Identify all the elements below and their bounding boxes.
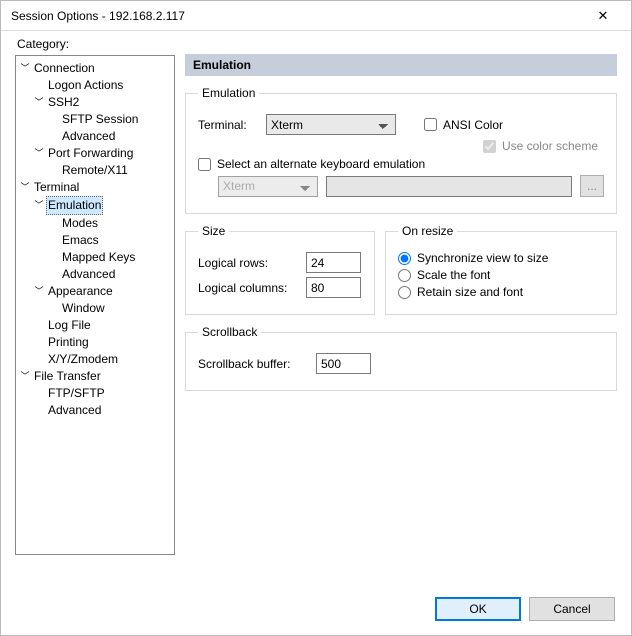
tree-window[interactable]: Window — [18, 300, 172, 317]
tree-connection[interactable]: ﹀ Connection — [18, 60, 172, 77]
terminal-select[interactable]: Xterm — [266, 114, 396, 135]
cols-input[interactable] — [306, 277, 361, 298]
use-color-scheme-input — [483, 140, 496, 153]
close-icon: ✕ — [598, 8, 609, 24]
alt-keyboard-path — [326, 176, 572, 197]
tree-modes[interactable]: Modes — [18, 215, 172, 232]
rows-label: Logical rows: — [198, 256, 298, 270]
chevron-down-icon: ﹀ — [32, 145, 46, 162]
tree-file-transfer[interactable]: ﹀File Transfer — [18, 368, 172, 385]
chevron-down-icon: ﹀ — [32, 197, 46, 214]
tree-mapped-keys[interactable]: Mapped Keys — [18, 249, 172, 266]
tree-port-forwarding[interactable]: ﹀Port Forwarding — [18, 145, 172, 162]
scrollback-label: Scrollback buffer: — [198, 357, 308, 371]
alt-keyboard-select: Xterm — [218, 176, 318, 197]
ok-button[interactable]: OK — [435, 597, 521, 621]
tree-ssh2-advanced[interactable]: Advanced — [18, 128, 172, 145]
ellipsis-icon: ... — [587, 179, 597, 193]
cancel-button[interactable]: Cancel — [529, 597, 615, 621]
tree-ssh2[interactable]: ﹀SSH2 — [18, 94, 172, 111]
window-title: Session Options - 192.168.2.117 — [11, 9, 185, 23]
use-color-scheme-label: Use color scheme — [502, 139, 598, 153]
chevron-down-icon: ﹀ — [18, 368, 32, 385]
tree-xyz-zmodem[interactable]: X/Y/Zmodem — [18, 351, 172, 368]
title-bar: Session Options - 192.168.2.117 ✕ — [1, 1, 631, 31]
emulation-group: Emulation Terminal: Xterm ANSI Color Use… — [185, 86, 617, 214]
cancel-label: Cancel — [553, 602, 590, 616]
tree-printing[interactable]: Printing — [18, 334, 172, 351]
panel-header-label: Emulation — [193, 58, 251, 72]
tree-logon-actions[interactable]: Logon Actions — [18, 77, 172, 94]
tree-terminal[interactable]: ﹀Terminal — [18, 179, 172, 196]
scrollback-input[interactable] — [316, 353, 371, 374]
chevron-down-icon: ﹀ — [18, 60, 32, 77]
chevron-down-icon: ﹀ — [18, 179, 32, 196]
resize-retain-radio[interactable]: Retain size and font — [398, 285, 604, 299]
tree-emu-advanced[interactable]: Advanced — [18, 266, 172, 283]
use-color-scheme-checkbox: Use color scheme — [483, 139, 598, 153]
resize-scale-radio[interactable]: Scale the font — [398, 268, 604, 282]
resize-scale-input[interactable] — [398, 269, 411, 282]
tree-remote-x11[interactable]: Remote/X11 — [18, 162, 172, 179]
size-legend: Size — [198, 224, 229, 238]
resize-scale-label: Scale the font — [417, 268, 490, 282]
tree-emulation[interactable]: ﹀Emulation — [18, 196, 172, 215]
alt-keyboard-input[interactable] — [198, 158, 211, 171]
scrollback-legend: Scrollback — [198, 325, 261, 339]
panel-header: Emulation — [185, 54, 617, 76]
category-tree[interactable]: ﹀ Connection Logon Actions ﹀SSH2 SFTP Se… — [15, 55, 175, 555]
tree-log-file[interactable]: Log File — [18, 317, 172, 334]
ansi-color-label: ANSI Color — [443, 118, 503, 132]
rows-input[interactable] — [306, 252, 361, 273]
cols-label: Logical columns: — [198, 281, 298, 295]
on-resize-group: On resize Synchronize view to size Scale… — [385, 224, 617, 315]
chevron-down-icon: ﹀ — [32, 283, 46, 300]
ansi-color-input[interactable] — [424, 118, 437, 131]
ansi-color-checkbox[interactable]: ANSI Color — [424, 118, 503, 132]
tree-appearance[interactable]: ﹀Appearance — [18, 283, 172, 300]
terminal-label: Terminal: — [198, 118, 258, 132]
tree-ftp-sftp[interactable]: FTP/SFTP — [18, 385, 172, 402]
size-group: Size Logical rows: Logical columns: — [185, 224, 375, 315]
scrollback-group: Scrollback Scrollback buffer: — [185, 325, 617, 391]
tree-ft-advanced[interactable]: Advanced — [18, 402, 172, 419]
category-label: Category: — [17, 37, 175, 51]
emulation-legend: Emulation — [198, 86, 259, 100]
browse-button: ... — [580, 175, 604, 197]
resize-sync-radio[interactable]: Synchronize view to size — [398, 251, 604, 265]
resize-sync-input[interactable] — [398, 252, 411, 265]
tree-sftp-session[interactable]: SFTP Session — [18, 111, 172, 128]
alt-keyboard-label: Select an alternate keyboard emulation — [217, 157, 425, 171]
alt-keyboard-checkbox[interactable]: Select an alternate keyboard emulation — [198, 157, 425, 171]
chevron-down-icon: ﹀ — [32, 94, 46, 111]
close-button[interactable]: ✕ — [583, 2, 623, 30]
resize-retain-label: Retain size and font — [417, 285, 523, 299]
resize-retain-input[interactable] — [398, 286, 411, 299]
resize-sync-label: Synchronize view to size — [417, 251, 548, 265]
ok-label: OK — [469, 602, 486, 616]
on-resize-legend: On resize — [398, 224, 457, 238]
tree-emacs[interactable]: Emacs — [18, 232, 172, 249]
